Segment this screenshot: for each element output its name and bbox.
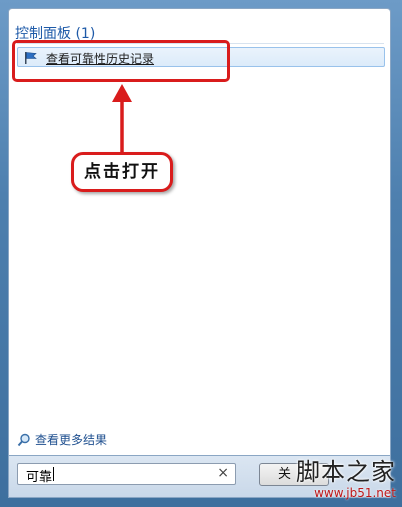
search-input-value: 可靠 [26, 470, 53, 485]
annotation-arrow-icon [112, 84, 132, 160]
annotation-highlight-box [12, 40, 230, 82]
see-more-results-label: 查看更多结果 [35, 433, 108, 447]
shutdown-button[interactable]: 关 [259, 463, 329, 486]
annotation-callout: 点击打开 [71, 152, 173, 192]
clear-search-icon[interactable]: × [217, 465, 229, 481]
text-caret [53, 467, 54, 481]
magnifier-icon [17, 432, 31, 447]
search-input[interactable]: 可靠 × [17, 463, 236, 485]
